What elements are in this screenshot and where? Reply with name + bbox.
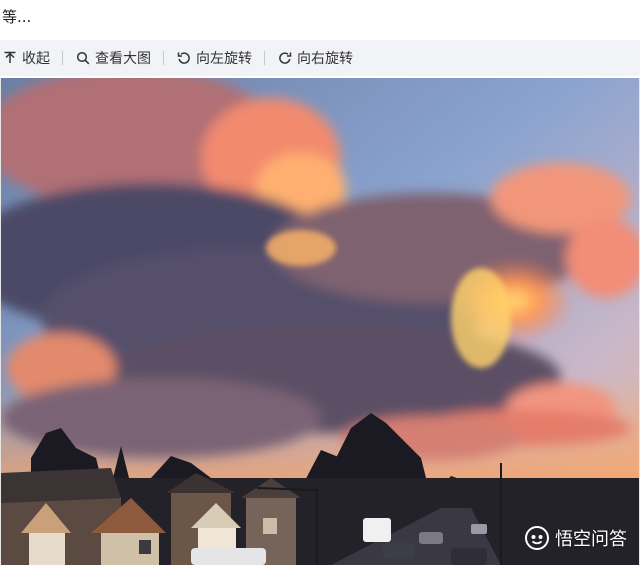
watermark-text: 悟空问答 xyxy=(555,529,627,550)
post-text-ellipsis: 等... xyxy=(2,8,32,26)
magnifier-icon xyxy=(75,50,91,66)
rotate-right-icon xyxy=(277,50,293,66)
rotate-right-button[interactable]: 向右旋转 xyxy=(277,40,353,76)
rotate-right-label: 向右旋转 xyxy=(297,51,353,67)
toolbar-divider xyxy=(264,51,265,65)
sunset-photo xyxy=(1,78,639,565)
post-image[interactable]: 悟空问答 xyxy=(0,78,640,565)
toolbar-divider xyxy=(62,51,63,65)
view-large-image-label: 查看大图 xyxy=(95,51,151,67)
wukong-logo-icon xyxy=(525,526,549,550)
image-toolbar: 收起 查看大图 向左旋转 向右旋转 xyxy=(0,40,640,76)
rotate-left-label: 向左旋转 xyxy=(196,51,252,67)
collapse-label: 收起 xyxy=(22,51,50,67)
rotate-left-icon xyxy=(176,50,192,66)
watermark: 悟空问答 xyxy=(525,525,627,551)
collapse-button[interactable]: 收起 xyxy=(2,40,50,76)
toolbar-divider xyxy=(163,51,164,65)
rotate-left-button[interactable]: 向左旋转 xyxy=(176,40,252,76)
view-large-image-button[interactable]: 查看大图 xyxy=(75,40,151,76)
collapse-icon xyxy=(2,50,18,66)
